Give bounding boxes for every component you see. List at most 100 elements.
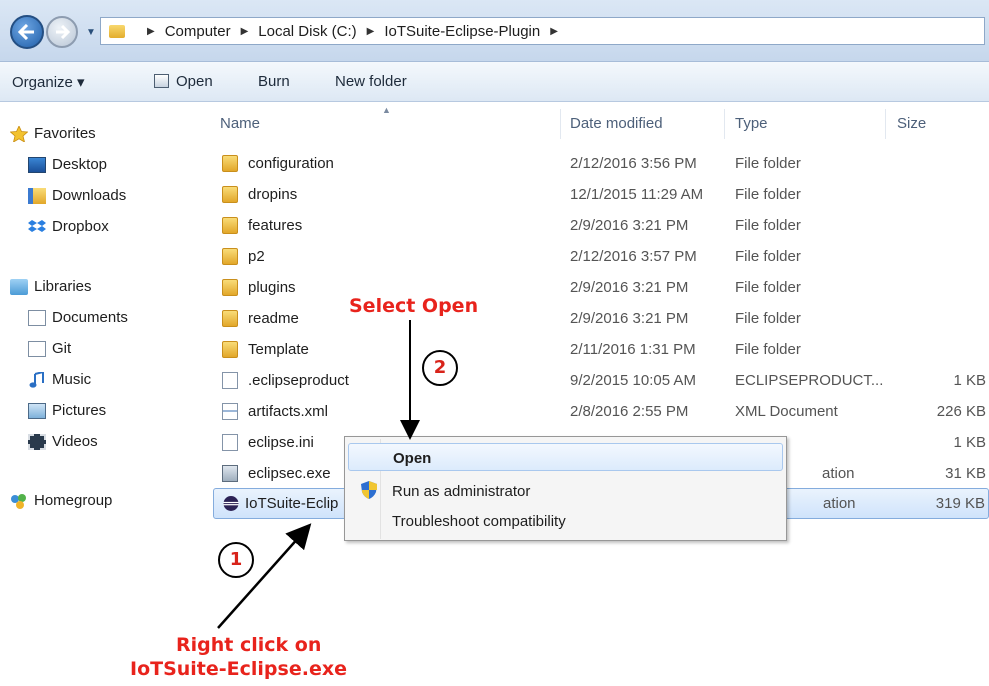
file-type: File folder: [735, 248, 801, 265]
menu-item-label: Open: [393, 450, 432, 467]
file-date: 12/1/2015 11:29 AM: [570, 186, 704, 203]
file-type: File folder: [735, 217, 801, 234]
file-name: features: [248, 217, 303, 234]
table-row[interactable]: configuration 2/12/2016 3:56 PM File fol…: [200, 149, 989, 180]
nav-item-music[interactable]: Music: [28, 371, 91, 388]
context-menu: Open Run as administrator Troubleshoot c…: [344, 436, 787, 541]
nav-item-desktop[interactable]: Desktop: [28, 156, 107, 173]
file-date: 2/12/2016 3:57 PM: [570, 248, 697, 265]
folder-icon: [222, 217, 238, 234]
file-name: p2: [248, 248, 265, 265]
file-date: 2/12/2016 3:56 PM: [570, 155, 697, 172]
arrow-right-icon: [56, 25, 70, 39]
menu-item-open[interactable]: Open: [348, 443, 783, 471]
file-date: 2/9/2016 3:21 PM: [570, 279, 689, 296]
file-name: dropins: [248, 186, 298, 203]
libraries-icon: [10, 278, 28, 295]
breadcrumb-plugin-folder[interactable]: IoTSuite-Eclipse-Plugin: [384, 23, 540, 40]
forward-button[interactable]: [46, 16, 78, 48]
desktop-icon: [28, 156, 46, 173]
file-type: File folder: [735, 186, 801, 203]
nav-libraries-label: Libraries: [34, 278, 92, 295]
new-folder-button[interactable]: New folder: [335, 73, 407, 90]
file-type: ation: [823, 495, 856, 512]
file-date: 2/8/2016 2:55 PM: [570, 403, 689, 420]
nav-item-downloads[interactable]: Downloads: [28, 187, 126, 204]
nav-favorites[interactable]: Favorites: [10, 125, 96, 142]
column-header-name[interactable]: Name: [220, 115, 260, 132]
table-row[interactable]: readme 2/9/2016 3:21 PM File folder: [200, 304, 989, 335]
table-row[interactable]: plugins 2/9/2016 3:21 PM File folder: [200, 273, 989, 304]
nav-item-videos[interactable]: Videos: [28, 433, 98, 450]
nav-libraries[interactable]: Libraries: [10, 278, 92, 295]
file-type: File folder: [735, 279, 801, 296]
folder-icon: [222, 248, 238, 265]
menu-item-troubleshoot-compatibility[interactable]: Troubleshoot compatibility: [348, 507, 783, 535]
nav-homegroup-label: Homegroup: [34, 492, 113, 509]
file-type: ation: [822, 465, 855, 482]
annotation-right-click-line1: Right click on: [176, 634, 322, 656]
nav-item-documents[interactable]: Documents: [28, 309, 128, 326]
column-divider[interactable]: [560, 109, 561, 139]
folder-icon: [222, 341, 238, 358]
nav-item-label: Desktop: [52, 156, 108, 173]
breadcrumb[interactable]: ▶ Computer ▶ Local Disk (C:) ▶ IoTSuite-…: [100, 17, 985, 45]
table-row[interactable]: Template 2/11/2016 1:31 PM File folder: [200, 335, 989, 366]
table-row[interactable]: .eclipseproduct 9/2/2015 10:05 AM ECLIPS…: [200, 366, 989, 397]
annotation-select-open: Select Open: [349, 295, 479, 317]
column-divider[interactable]: [724, 109, 725, 139]
file-type: File folder: [735, 341, 801, 358]
address-bar: ▼ ▶ Computer ▶ Local Disk (C:) ▶ IoTSuit…: [0, 0, 989, 62]
breadcrumb-local-disk[interactable]: Local Disk (C:): [258, 23, 356, 40]
file-name: artifacts.xml: [248, 403, 329, 420]
navigation-pane: Favorites Desktop Downloads Dropbox Libr…: [0, 103, 200, 540]
chevron-right-icon[interactable]: ▶: [147, 26, 155, 37]
file-date: 2/11/2016 1:31 PM: [570, 341, 696, 358]
file-name: IoTSuite-Eclip: [245, 495, 339, 512]
music-note-icon: [29, 371, 44, 388]
dropbox-icon: [28, 219, 46, 232]
xml-file-icon: [222, 403, 238, 420]
file-type: File folder: [735, 155, 801, 172]
nav-item-label: Pictures: [52, 402, 107, 419]
chevron-right-icon[interactable]: ▶: [550, 26, 558, 37]
table-row[interactable]: dropins 12/1/2015 11:29 AM File folder: [200, 180, 989, 211]
folder-icon: [222, 310, 238, 327]
history-dropdown-icon[interactable]: ▼: [86, 27, 96, 38]
uac-shield-icon: [361, 481, 377, 499]
chevron-right-icon[interactable]: ▶: [367, 26, 375, 37]
nav-homegroup[interactable]: Homegroup: [10, 492, 112, 509]
burn-button[interactable]: Burn: [258, 73, 290, 90]
git-icon: [28, 340, 46, 357]
file-type: ECLIPSEPRODUCT...: [735, 372, 884, 389]
star-icon: [10, 125, 28, 142]
organize-button[interactable]: Organize ▾: [12, 73, 85, 91]
folder-icon: [222, 155, 238, 172]
table-row[interactable]: p2 2/12/2016 3:57 PM File folder: [200, 242, 989, 273]
back-button[interactable]: [10, 15, 44, 49]
file-name: eclipsec.exe: [248, 465, 331, 482]
file-type: XML Document: [735, 403, 838, 420]
folder-icon: [222, 186, 238, 203]
nav-item-git[interactable]: Git: [28, 340, 71, 357]
chevron-right-icon[interactable]: ▶: [241, 26, 249, 37]
table-row[interactable]: features 2/9/2016 3:21 PM File folder: [200, 211, 989, 242]
file-name: readme: [248, 310, 299, 327]
column-divider[interactable]: [885, 109, 886, 139]
nav-item-dropbox[interactable]: Dropbox: [28, 218, 109, 235]
nav-item-label: Videos: [52, 433, 98, 450]
column-header-date[interactable]: Date modified: [570, 115, 663, 132]
file-name: Template: [248, 341, 309, 358]
videos-icon: [28, 433, 46, 450]
file-size: 319 KB: [935, 495, 985, 512]
breadcrumb-computer[interactable]: Computer: [165, 23, 231, 40]
sort-ascending-icon: ▲: [382, 105, 391, 115]
menu-item-run-as-administrator[interactable]: Run as administrator: [348, 477, 783, 505]
column-header-type[interactable]: Type: [735, 115, 768, 132]
column-header-size[interactable]: Size: [897, 115, 926, 132]
file-name: plugins: [248, 279, 296, 296]
table-row[interactable]: artifacts.xml 2/8/2016 2:55 PM XML Docum…: [200, 397, 989, 428]
downloads-folder-icon: [28, 187, 46, 204]
open-button[interactable]: Open: [176, 73, 213, 90]
nav-item-pictures[interactable]: Pictures: [28, 402, 106, 419]
